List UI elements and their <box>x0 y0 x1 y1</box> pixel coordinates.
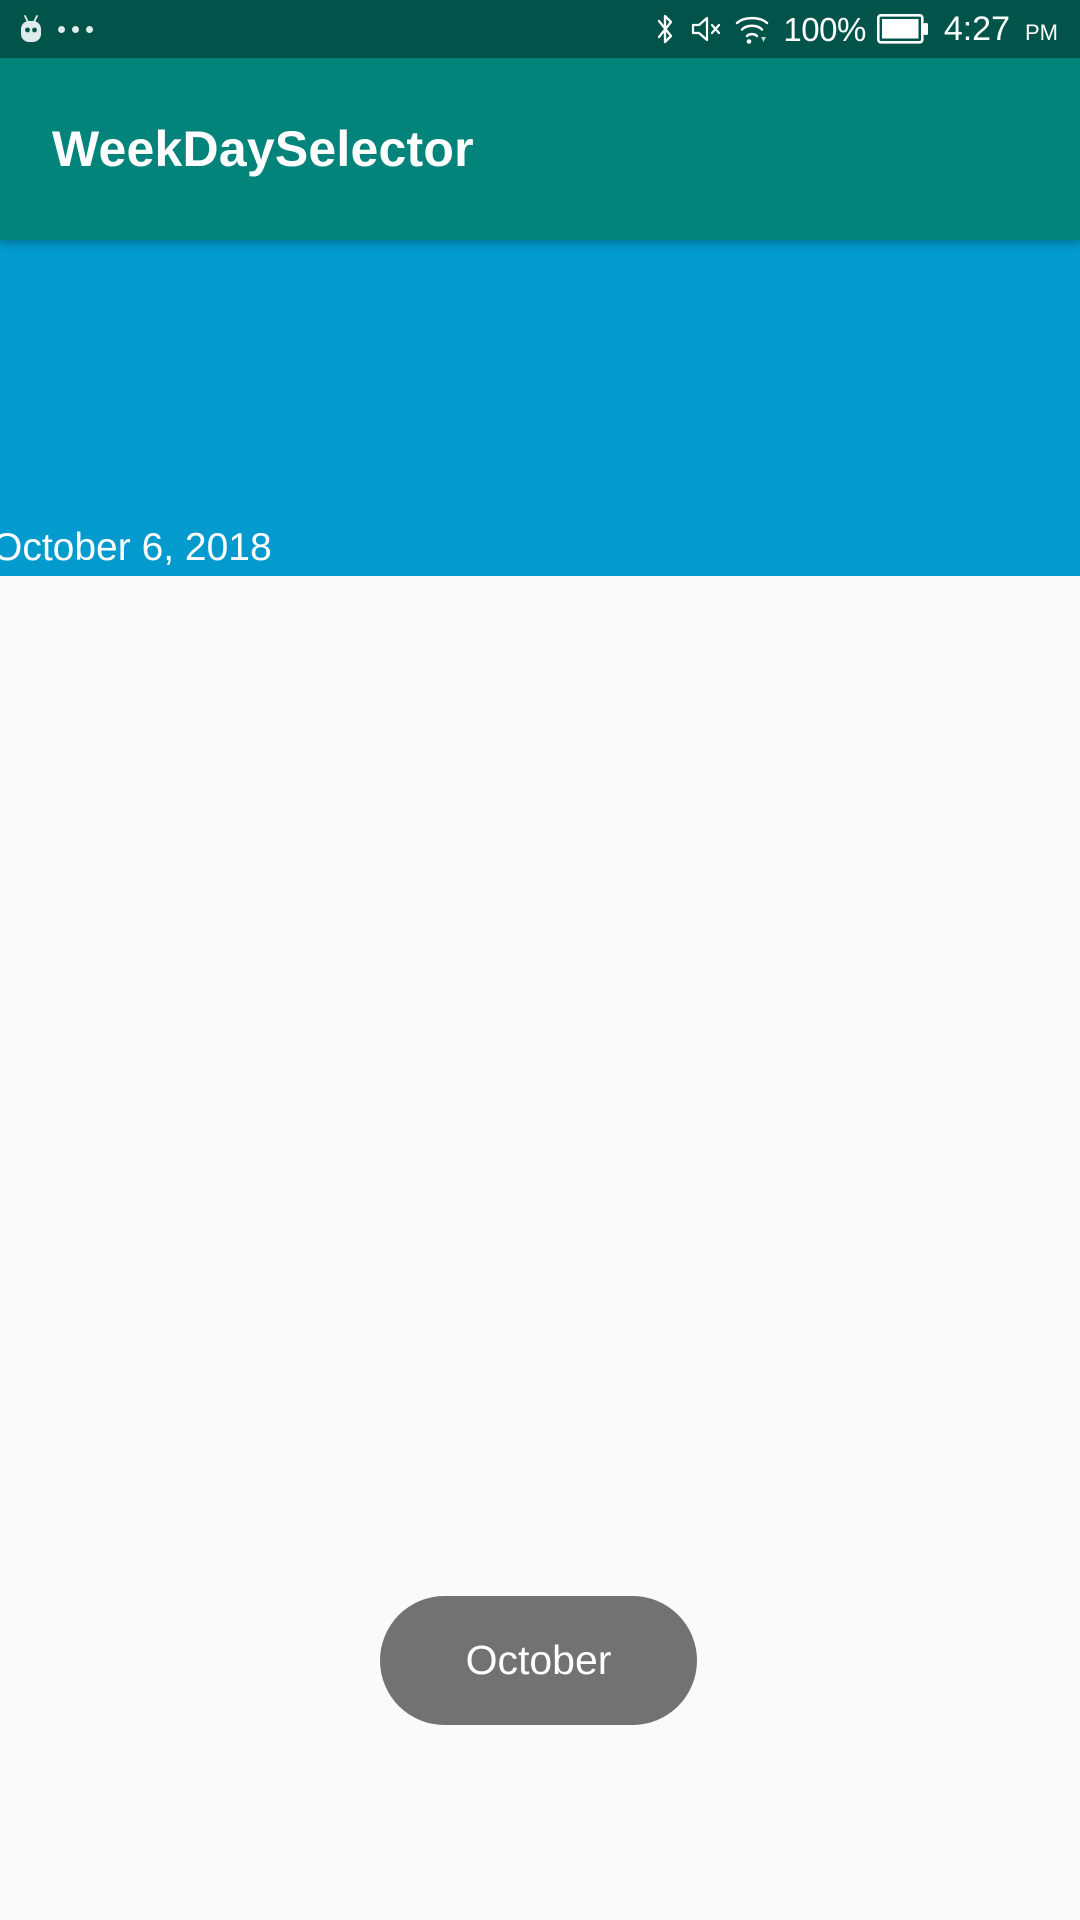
app-root: 100% 4:27 PM WeekDaySelector October 6, … <box>0 0 1080 1920</box>
status-bar-system-icons: 100% 4:27 PM <box>652 11 1058 47</box>
app-bar: WeekDaySelector <box>0 58 1080 240</box>
status-bar-notifications <box>18 14 93 44</box>
week-day-selector[interactable]: October 6, 2018 TUEWEDTHUFRISATSUNMONTUE… <box>0 240 1080 576</box>
overflow-dots-icon <box>58 25 93 33</box>
status-bar-meridiem: PM <box>1025 20 1058 45</box>
bluetooth-icon <box>652 11 678 47</box>
month-button[interactable]: October <box>380 1596 697 1725</box>
status-bar: 100% 4:27 PM <box>0 0 1080 58</box>
status-bar-clock: 4:27 <box>943 10 1010 48</box>
android-robot-icon <box>18 14 44 44</box>
page-title: WeekDaySelector <box>52 121 474 177</box>
battery-percent-label: 100% <box>783 10 866 48</box>
volume-muted-icon <box>689 12 723 46</box>
selected-date-label: October 6, 2018 <box>0 526 272 569</box>
wifi-icon <box>734 12 770 46</box>
battery-full-icon <box>876 14 929 44</box>
content-area: October <box>0 576 1080 1920</box>
